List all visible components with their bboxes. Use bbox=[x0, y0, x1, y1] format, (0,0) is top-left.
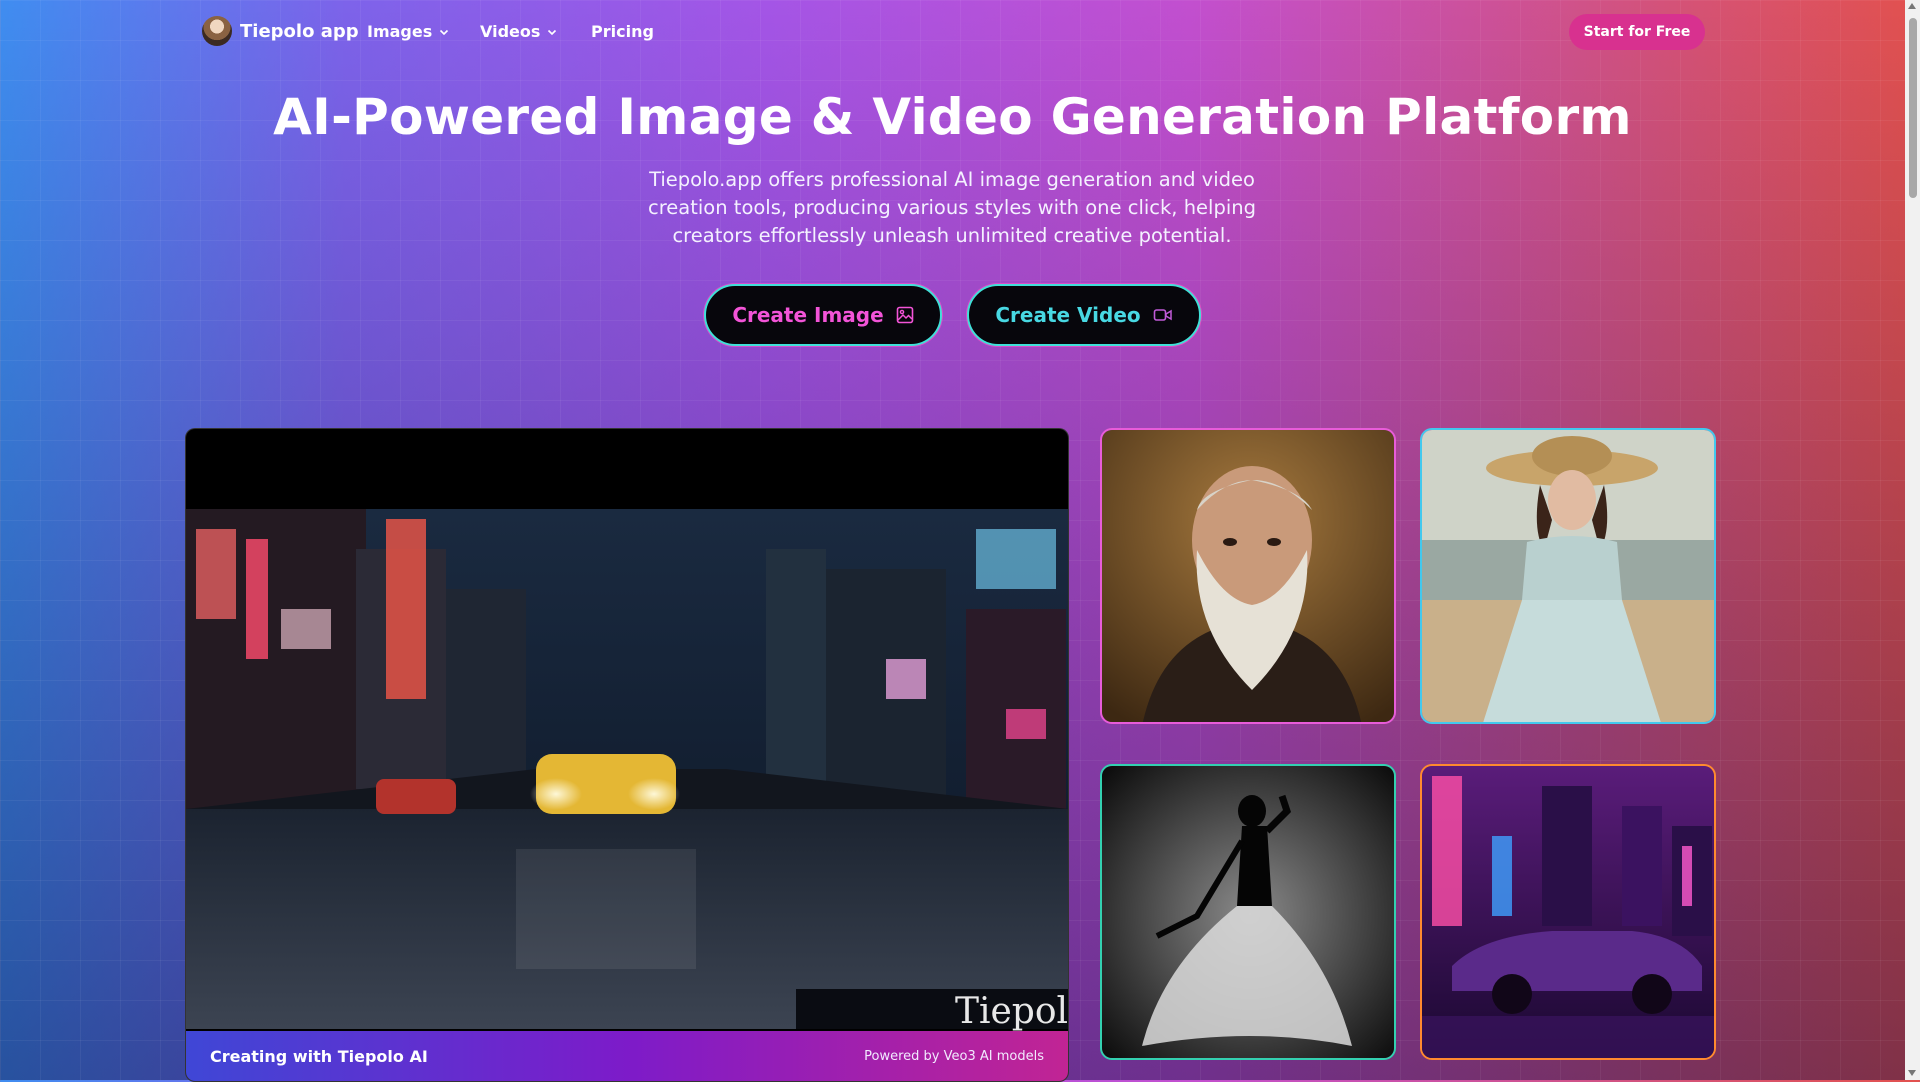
create-video-label: Create Video bbox=[995, 303, 1141, 327]
old-man-portrait-image bbox=[1102, 430, 1394, 722]
dancer-silhouette-image bbox=[1102, 766, 1394, 1058]
create-image-button[interactable]: Create Image bbox=[704, 284, 942, 346]
nav-item-pricing[interactable]: Pricing bbox=[591, 22, 654, 41]
gallery-tile-woman-beach[interactable] bbox=[1420, 428, 1716, 724]
nav-item-label: Videos bbox=[480, 22, 541, 41]
gallery-tile-neon-car[interactable] bbox=[1420, 764, 1716, 1060]
chevron-down-icon bbox=[548, 29, 557, 35]
scrollbar-thumb[interactable] bbox=[1909, 18, 1917, 198]
neon-car-image bbox=[1422, 766, 1714, 1058]
hero-title: AI-Powered Image & Video Generation Plat… bbox=[273, 88, 1632, 146]
scroll-up-arrow-icon[interactable] bbox=[1908, 3, 1916, 9]
gallery-tile-dancer-silhouette[interactable] bbox=[1100, 764, 1396, 1060]
top-navbar: Tiepolo app Images Videos Pricing Start … bbox=[0, 0, 1905, 64]
nav-item-videos[interactable]: Videos bbox=[480, 22, 558, 41]
create-video-button[interactable]: Create Video bbox=[967, 284, 1201, 346]
nav-item-images[interactable]: Images bbox=[367, 22, 450, 41]
video-caption-bar: Creating with Tiepolo AI Powered by Veo3… bbox=[186, 1031, 1068, 1081]
video-watermark: Tiepol bbox=[954, 991, 1068, 1032]
create-image-label: Create Image bbox=[732, 303, 884, 327]
gallery-tile-old-man-portrait[interactable] bbox=[1100, 428, 1396, 724]
brand-name: Tiepolo app bbox=[240, 20, 359, 42]
brand-logo-link[interactable]: Tiepolo app bbox=[202, 16, 359, 46]
video-player[interactable]: Tiepol Creating with Tiepolo AI Powered … bbox=[185, 428, 1069, 1082]
brand-avatar-icon bbox=[202, 16, 232, 46]
start-for-free-button[interactable]: Start for Free bbox=[1569, 14, 1705, 50]
hero-subtitle: Tiepolo.app offers professional AI image… bbox=[647, 168, 1256, 247]
page-scrollbar[interactable] bbox=[1905, 0, 1920, 1080]
chevron-down-icon bbox=[440, 29, 449, 35]
woman-beach-image bbox=[1422, 430, 1714, 722]
nav-item-label: Pricing bbox=[591, 22, 654, 41]
video-caption-credit: Powered by Veo3 AI models bbox=[864, 1048, 1044, 1064]
scroll-down-arrow-icon[interactable] bbox=[1908, 1070, 1916, 1076]
video-frame-city-street bbox=[186, 509, 1068, 1029]
video-camera-icon bbox=[1153, 309, 1172, 321]
video-caption-title: Creating with Tiepolo AI bbox=[210, 1046, 428, 1066]
nav-item-label: Images bbox=[367, 22, 433, 41]
image-icon bbox=[896, 306, 913, 324]
